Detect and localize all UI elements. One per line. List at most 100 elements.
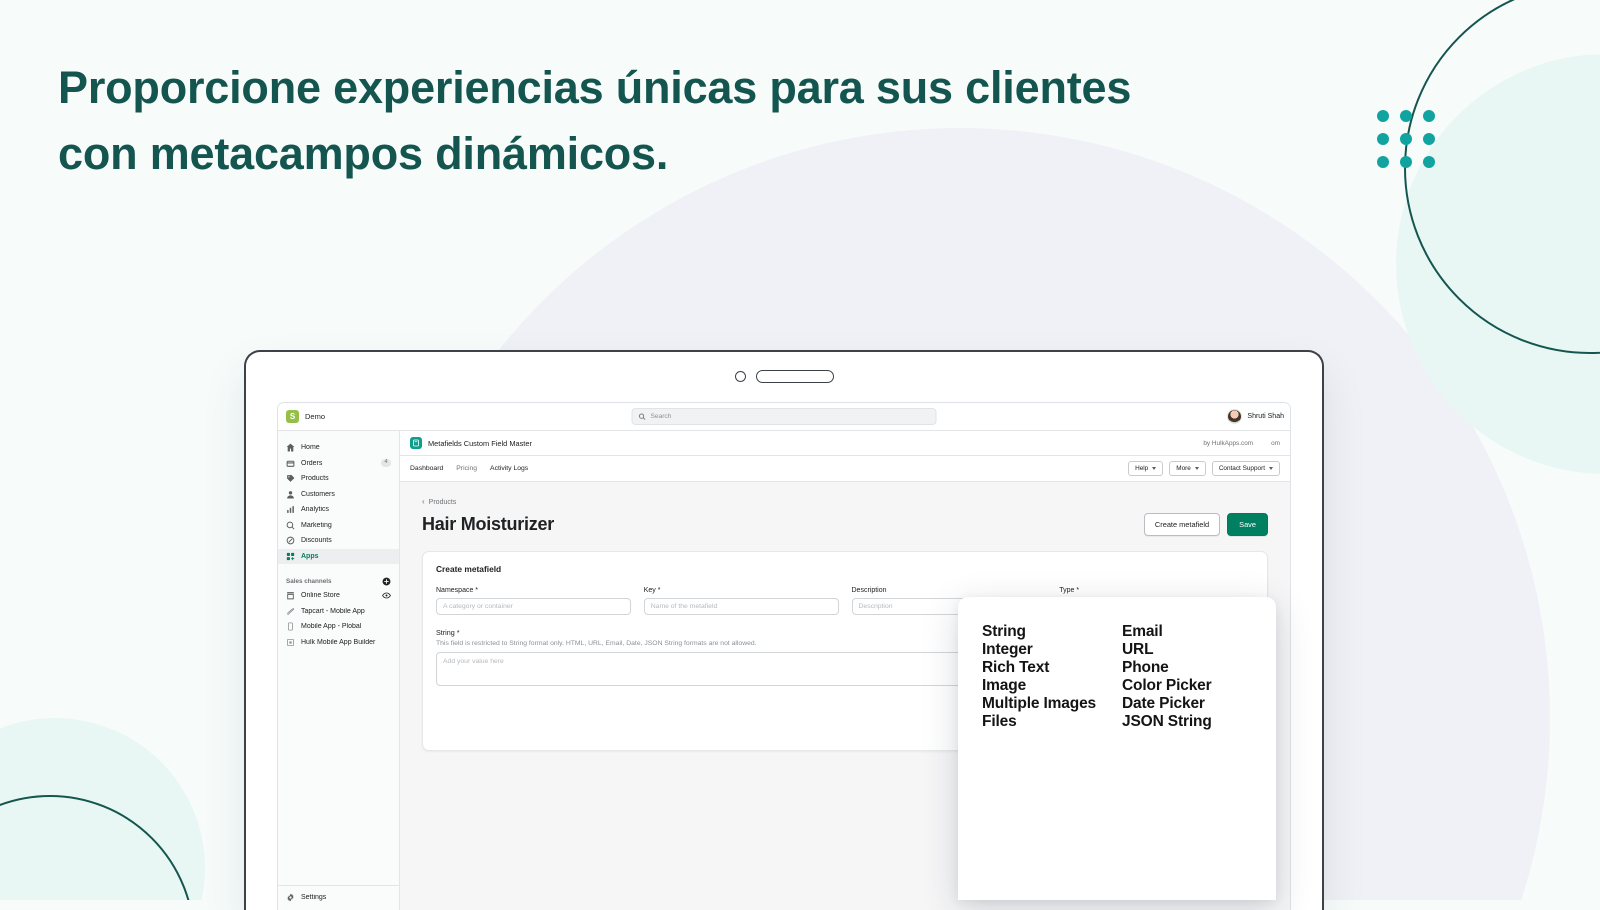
- tab-activity-logs[interactable]: Activity Logs: [490, 465, 528, 472]
- tapcart-icon: [286, 607, 295, 616]
- apps-icon: [286, 552, 295, 561]
- shopify-logo: S: [286, 410, 299, 423]
- mobile-app-icon: [286, 622, 295, 631]
- save-button[interactable]: Save: [1227, 513, 1268, 536]
- type-option-date-picker[interactable]: Date Picker: [1122, 695, 1252, 713]
- type-options-column-right: Email URL Phone Color Picker Date Picker…: [1122, 623, 1252, 663]
- avatar: [1227, 409, 1242, 424]
- admin-topbar: S Demo Search Shruti Shah: [278, 403, 1290, 431]
- key-label: Key *: [644, 587, 839, 594]
- breadcrumb-label: Products: [429, 499, 457, 506]
- contact-support-button[interactable]: Contact Support: [1212, 461, 1280, 476]
- key-input[interactable]: Name of the metafield: [644, 598, 839, 615]
- sidebar-item-analytics[interactable]: Analytics: [278, 502, 399, 518]
- sidebar-item-products[interactable]: Products: [278, 471, 399, 487]
- headline-line-1: Proporcione experiencias únicas para sus…: [58, 62, 1131, 113]
- contact-support-label: Contact Support: [1219, 465, 1265, 472]
- customers-icon: [286, 490, 295, 499]
- sidebar-item-settings[interactable]: Settings: [278, 890, 399, 906]
- sidebar-item-label: Hulk Mobile App Builder: [301, 639, 391, 646]
- tab-dashboard[interactable]: Dashboard: [410, 465, 443, 472]
- app-title: Metafields Custom Field Master: [428, 439, 532, 448]
- sidebar-item-discounts[interactable]: Discounts: [278, 533, 399, 549]
- eye-icon[interactable]: [382, 591, 391, 600]
- type-label: Type *: [1059, 587, 1254, 594]
- plus-circle-icon[interactable]: [382, 577, 391, 586]
- chevron-down-icon: [1152, 467, 1156, 470]
- headline: Proporcione experiencias únicas para sus…: [58, 55, 1258, 187]
- store-icon: [286, 591, 295, 600]
- type-option-string[interactable]: String: [982, 623, 1112, 641]
- app-tab-bar: Dashboard Pricing Activity Logs Help Mor…: [400, 456, 1290, 482]
- sidebar-item-marketing[interactable]: Marketing: [278, 518, 399, 534]
- sidebar-item-online-store[interactable]: Online Store: [278, 588, 399, 604]
- app-header-overflow-text: om: [1271, 440, 1280, 447]
- products-icon: [286, 474, 295, 483]
- search-placeholder: Search: [651, 413, 672, 420]
- sidebar-item-plobal[interactable]: Mobile App - Plobal: [278, 619, 399, 635]
- string-label: String *: [436, 628, 460, 637]
- type-option-url[interactable]: URL: [1122, 641, 1252, 659]
- metafields-app-icon: [410, 437, 422, 449]
- sidebar-item-hulk[interactable]: Hulk Mobile App Builder: [278, 635, 399, 651]
- search-icon: [639, 413, 646, 420]
- help-button[interactable]: Help: [1128, 461, 1163, 476]
- sidebar-item-label: Analytics: [301, 506, 391, 513]
- type-options-dropdown[interactable]: String Integer Rich Text Image Multiple …: [958, 597, 1276, 900]
- type-option-image[interactable]: Image: [982, 677, 1112, 695]
- more-label: More: [1176, 465, 1191, 472]
- sidebar-item-label: Orders: [301, 460, 375, 467]
- orders-badge: 4: [381, 459, 391, 467]
- user-menu[interactable]: Shruti Shah: [1227, 409, 1284, 424]
- string-value-placeholder: Add your value here: [443, 658, 504, 665]
- type-option-email[interactable]: Email: [1122, 623, 1252, 641]
- app-author: by HulkApps.com: [1203, 440, 1253, 447]
- type-option-color-picker[interactable]: Color Picker: [1122, 677, 1252, 695]
- orders-icon: [286, 459, 295, 468]
- type-option-phone[interactable]: Phone: [1122, 659, 1252, 677]
- more-button[interactable]: More: [1169, 461, 1206, 476]
- sidebar-item-home[interactable]: Home: [278, 440, 399, 456]
- namespace-input[interactable]: A category or container: [436, 598, 631, 615]
- namespace-placeholder: A category or container: [443, 603, 513, 610]
- chevron-down-icon: [1195, 467, 1199, 470]
- page-title: Hair Moisturizer: [422, 514, 554, 535]
- sidebar-item-orders[interactable]: Orders 4: [278, 456, 399, 472]
- create-metafield-button[interactable]: Create metafield: [1144, 513, 1220, 536]
- chevron-left-icon: ‹: [422, 498, 425, 506]
- discounts-icon: [286, 536, 295, 545]
- type-option-multiple-images[interactable]: Multiple Images: [982, 695, 1112, 713]
- sidebar-item-customers[interactable]: Customers: [278, 487, 399, 503]
- hulk-icon: [286, 638, 295, 647]
- namespace-label: Namespace *: [436, 587, 631, 594]
- type-option-json-string[interactable]: JSON String: [1122, 713, 1252, 731]
- sidebar-footer: Settings: [278, 885, 399, 910]
- sales-channels-header: Sales channels: [278, 574, 399, 588]
- user-name: Shruti Shah: [1247, 413, 1284, 420]
- sidebar: Home Orders 4 Products Customers: [278, 431, 400, 910]
- home-icon: [286, 443, 295, 452]
- namespace-field-group: Namespace * A category or container: [436, 587, 631, 615]
- tab-pricing[interactable]: Pricing: [456, 465, 477, 472]
- chevron-down-icon: [1269, 467, 1273, 470]
- sidebar-spacer: [278, 564, 399, 574]
- sidebar-item-label: Marketing: [301, 522, 391, 529]
- dot-grid-decoration: [1377, 110, 1435, 168]
- sidebar-item-label: Customers: [301, 491, 391, 498]
- card-title: Create metafield: [436, 564, 1254, 574]
- sidebar-item-apps[interactable]: Apps: [278, 549, 399, 565]
- marketing-icon: [286, 521, 295, 530]
- sidebar-item-label: Products: [301, 475, 391, 482]
- sidebar-item-label: Online Store: [301, 592, 376, 599]
- type-option-files[interactable]: Files: [982, 713, 1112, 731]
- breadcrumb[interactable]: ‹ Products: [422, 498, 1268, 506]
- sidebar-item-label: Discounts: [301, 537, 391, 544]
- sidebar-item-label: Apps: [301, 553, 391, 560]
- type-option-integer[interactable]: Integer: [982, 641, 1112, 659]
- sidebar-item-tapcart[interactable]: Tapcart - Mobile App: [278, 604, 399, 620]
- key-field-group: Key * Name of the metafield: [644, 587, 839, 615]
- search-input[interactable]: Search: [632, 408, 937, 425]
- sidebar-item-label: Tapcart - Mobile App: [301, 608, 391, 615]
- type-option-rich-text[interactable]: Rich Text: [982, 659, 1112, 677]
- sales-channels-label: Sales channels: [286, 578, 332, 585]
